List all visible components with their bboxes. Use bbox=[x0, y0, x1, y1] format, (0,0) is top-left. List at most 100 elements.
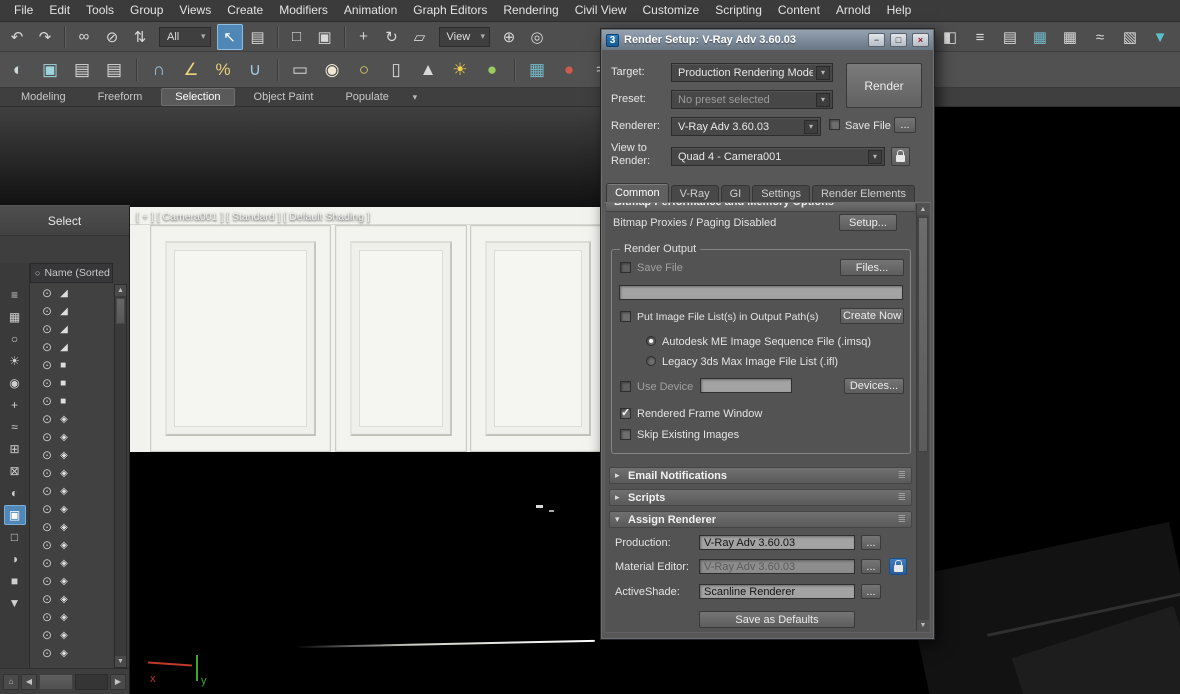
device-field[interactable] bbox=[700, 378, 792, 393]
align-icon[interactable]: ≡ bbox=[968, 25, 992, 49]
menu-help[interactable]: Help bbox=[879, 0, 920, 21]
save-as-defaults-button[interactable]: Save as Defaults bbox=[699, 611, 855, 628]
menu-animation[interactable]: Animation bbox=[336, 0, 405, 21]
display-xrefs-icon[interactable]: ⊠ bbox=[4, 461, 26, 481]
select-manipulate-icon[interactable]: ◎ bbox=[524, 24, 550, 50]
visibility-eye-icon[interactable]: ⊙ bbox=[42, 520, 52, 534]
display-lights-icon[interactable]: ☀ bbox=[4, 351, 26, 371]
menu-views[interactable]: Views bbox=[171, 0, 219, 21]
render-tab-render-elements[interactable]: Render Elements bbox=[812, 185, 915, 202]
scroll-down-icon[interactable]: ▼ bbox=[115, 656, 126, 667]
ribbon-tab-object-paint[interactable]: Object Paint bbox=[241, 89, 327, 105]
bind-spacewarp-icon[interactable]: ⇅ bbox=[127, 24, 153, 50]
render-setup-icon[interactable]: ▣ bbox=[36, 56, 64, 84]
menu-group[interactable]: Group bbox=[122, 0, 171, 21]
explorer-row[interactable]: ⊙■ bbox=[30, 356, 113, 374]
capsule-shape-icon[interactable]: ▯ bbox=[382, 56, 410, 84]
ribbon-config-icon[interactable]: ▾ bbox=[406, 90, 424, 105]
use-center-icon[interactable]: ⊕ bbox=[496, 24, 522, 50]
output-save-file-checkbox[interactable] bbox=[620, 262, 631, 273]
production-browse-button[interactable]: ... bbox=[861, 535, 881, 550]
grid-snap-icon[interactable]: ▦ bbox=[523, 56, 551, 84]
sphere-shape-icon[interactable]: ● bbox=[478, 56, 506, 84]
redo-icon[interactable]: ↷ bbox=[32, 24, 58, 50]
render-button[interactable]: Render bbox=[846, 63, 922, 108]
create-now-button[interactable]: Create Now bbox=[840, 308, 904, 324]
target-dropdown[interactable]: Production Rendering Mode ▾ bbox=[671, 63, 833, 82]
filter-icon[interactable]: ▼ bbox=[4, 593, 26, 613]
explorer-row[interactable]: ⊙◢ bbox=[30, 320, 113, 338]
common-tab-content[interactable]: Bitmap Performance and Memory Options Bi… bbox=[604, 202, 931, 633]
explorer-row[interactable]: ⊙◢ bbox=[30, 284, 113, 302]
visibility-eye-icon[interactable]: ⊙ bbox=[42, 394, 52, 408]
menu-tools[interactable]: Tools bbox=[78, 0, 122, 21]
selection-region-icon[interactable]: □ bbox=[284, 24, 310, 50]
select-none-icon[interactable]: □ bbox=[4, 527, 26, 547]
explorer-row[interactable]: ⊙◈ bbox=[30, 446, 113, 464]
render-flyout-icon[interactable]: ▼ bbox=[1148, 25, 1172, 49]
scroll-up-icon[interactable]: ▲ bbox=[115, 285, 126, 296]
menu-modifiers[interactable]: Modifiers bbox=[271, 0, 336, 21]
render-tab-gi[interactable]: GI bbox=[721, 185, 751, 202]
select-invert-icon[interactable]: ◑ bbox=[4, 549, 26, 569]
files-button[interactable]: Files... bbox=[840, 259, 904, 276]
material-editor-icon[interactable]: ◐ bbox=[4, 56, 32, 84]
renderer-browse-button[interactable]: ... bbox=[894, 117, 916, 133]
undo-icon[interactable]: ↶ bbox=[4, 24, 30, 50]
menu-graph-editors[interactable]: Graph Editors bbox=[405, 0, 495, 21]
production-renderer-field[interactable]: V-Ray Adv 3.60.03 bbox=[699, 535, 855, 550]
close-button[interactable]: × bbox=[912, 33, 929, 47]
viewport[interactable]: [ + ] [ Camera001 ] [ Standard ] [ Defau… bbox=[0, 107, 1180, 694]
explorer-row[interactable]: ⊙◈ bbox=[30, 482, 113, 500]
explorer-row[interactable]: ⊙◈ bbox=[30, 608, 113, 626]
hscroll-track[interactable] bbox=[75, 674, 108, 690]
activeshade-renderer-field[interactable]: Scanline Renderer bbox=[699, 584, 855, 599]
visibility-eye-icon[interactable]: ⊙ bbox=[42, 466, 52, 480]
render-tab-common[interactable]: Common bbox=[606, 183, 669, 202]
ribbon-toggle-icon[interactable]: ▦ bbox=[1058, 25, 1082, 49]
maximize-button[interactable]: □ bbox=[890, 33, 907, 47]
scene-explorer-toggle-icon[interactable]: ▤ bbox=[998, 25, 1022, 49]
explorer-row[interactable]: ⊙◢ bbox=[30, 338, 113, 356]
menu-create[interactable]: Create bbox=[219, 0, 271, 21]
percent-snap-icon[interactable]: % bbox=[209, 56, 237, 84]
selection-filter-dropdown[interactable]: All▾ bbox=[159, 27, 211, 47]
material-editor-renderer-field[interactable]: V-Ray Adv 3.60.03 bbox=[699, 559, 855, 574]
hscroll-right-icon[interactable]: ▶ bbox=[110, 674, 126, 690]
renderer-save-file-checkbox[interactable] bbox=[829, 119, 840, 130]
explorer-row[interactable]: ⊙◈ bbox=[30, 464, 113, 482]
name-column-header[interactable]: ○ Name (Sorted Ascending) bbox=[30, 263, 113, 283]
explorer-scrollbar[interactable]: ▲ ▼ bbox=[114, 284, 127, 668]
render-tab-settings[interactable]: Settings bbox=[752, 185, 810, 202]
unlink-icon[interactable]: ⊘ bbox=[99, 24, 125, 50]
ribbon-tab-modeling[interactable]: Modeling bbox=[8, 89, 79, 105]
menu-arnold[interactable]: Arnold bbox=[828, 0, 879, 21]
sort-icon[interactable]: ≡ bbox=[4, 285, 26, 305]
explorer-row[interactable]: ⊙◈ bbox=[30, 518, 113, 536]
visibility-eye-icon[interactable]: ⊙ bbox=[42, 286, 52, 300]
visibility-eye-icon[interactable]: ⊙ bbox=[42, 538, 52, 552]
spinner-snap-icon[interactable]: ∪ bbox=[241, 56, 269, 84]
circle-shape-icon[interactable]: ○ bbox=[350, 56, 378, 84]
select-object-icon[interactable]: ↖ bbox=[217, 24, 243, 50]
layer-explorer-toggle-icon[interactable]: ▦ bbox=[1028, 25, 1052, 49]
renderer-dropdown[interactable]: V-Ray Adv 3.60.03 ▾ bbox=[671, 117, 821, 136]
preset-dropdown[interactable]: No preset selected ▾ bbox=[671, 90, 833, 109]
view-to-render-dropdown[interactable]: Quad 4 - Camera001 ▾ bbox=[671, 147, 885, 166]
visibility-eye-icon[interactable]: ⊙ bbox=[42, 430, 52, 444]
display-helpers-icon[interactable]: + bbox=[4, 395, 26, 415]
ribbon-tab-selection[interactable]: Selection bbox=[161, 88, 234, 106]
explorer-row[interactable]: ⊙■ bbox=[30, 374, 113, 392]
schematic-view-icon[interactable]: ▧ bbox=[1118, 25, 1142, 49]
visibility-eye-icon[interactable]: ⊙ bbox=[42, 322, 52, 336]
visibility-eye-icon[interactable]: ⊙ bbox=[42, 304, 52, 318]
hscroll-thumb[interactable] bbox=[39, 674, 73, 690]
visibility-eye-icon[interactable]: ⊙ bbox=[42, 646, 52, 660]
ifl-radio[interactable] bbox=[646, 356, 656, 366]
visibility-eye-icon[interactable]: ⊙ bbox=[42, 628, 52, 642]
cone-shape-icon[interactable]: ▲ bbox=[414, 56, 442, 84]
minimize-button[interactable]: − bbox=[868, 33, 885, 47]
explorer-row[interactable]: ⊙◢ bbox=[30, 302, 113, 320]
home-button[interactable]: ⌂ bbox=[3, 674, 19, 690]
display-spacewarps-icon[interactable]: ≈ bbox=[4, 417, 26, 437]
